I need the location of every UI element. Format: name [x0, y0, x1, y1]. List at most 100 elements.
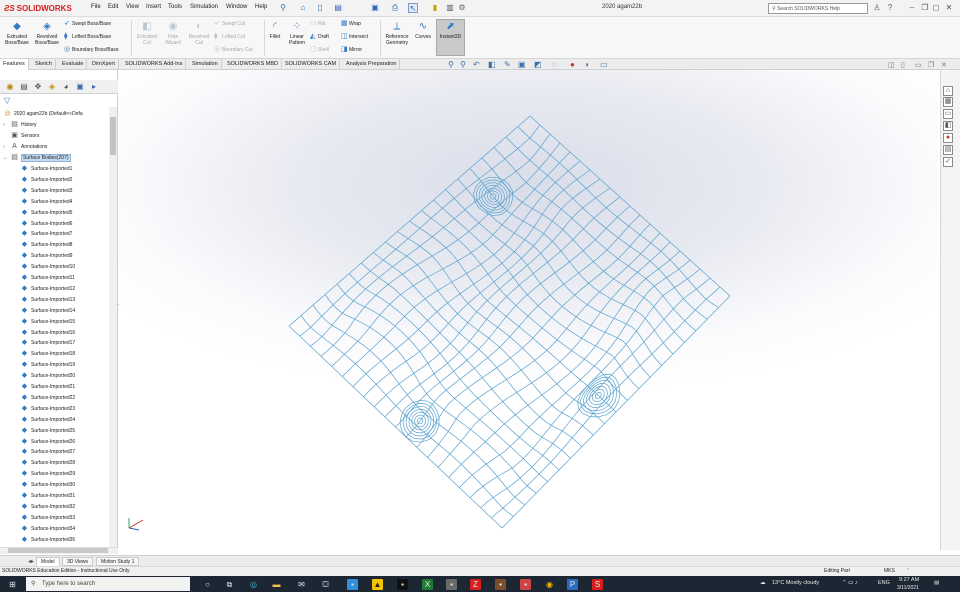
home-icon[interactable]: ⌂ [298, 3, 308, 13]
minimize-icon[interactable]: – [907, 3, 917, 13]
traffic-light-icon[interactable]: ▮ [430, 3, 440, 13]
viewport-restore-down-icon[interactable]: ❐ [928, 61, 934, 69]
tree-horizontal-scrollbar-thumb[interactable] [8, 548, 108, 553]
extruded-boss-button[interactable]: ◆ Extruded Boss/Base [3, 21, 31, 46]
app-icon[interactable]: ▪ [347, 579, 358, 590]
rebuild-icon[interactable]: ▥ [445, 3, 455, 13]
options-gear-icon[interactable]: ⚙ [457, 3, 467, 13]
tab-cam[interactable]: SOLIDWORKS CAM [282, 59, 341, 70]
surface-mesh-model[interactable] [119, 70, 938, 550]
boundary-boss-button[interactable]: ◎ Boundary Boss/Base [64, 46, 119, 54]
appearances-icon[interactable]: ● [943, 133, 953, 143]
unit-dropdown-icon[interactable]: ⌃ [906, 567, 910, 576]
menu-view[interactable]: View [126, 4, 139, 10]
tree-surface-item[interactable]: ◆ Surface-Imported13 [20, 294, 75, 305]
tab-simulation[interactable]: Simulation [189, 59, 222, 70]
section-view-icon[interactable]: ◧ [488, 61, 496, 69]
language-indicator[interactable]: ENG [878, 580, 890, 586]
tree-surface-item[interactable]: ◆ Surface-Imported33 [20, 512, 75, 523]
new-document-icon[interactable]: ▯ [315, 3, 325, 13]
boundary-cut-button[interactable]: ◎ Boundary Cut [214, 46, 253, 54]
display-manager-tab-icon[interactable]: ◕ [60, 82, 72, 92]
tab-motion-study[interactable]: Motion Study 1 [96, 557, 140, 566]
menu-file[interactable]: File [91, 4, 101, 10]
shell-button[interactable]: ▢Shell [310, 46, 329, 54]
tree-scrollbar[interactable] [109, 107, 117, 547]
extruded-cut-button[interactable]: ◧ Extruded Cut [134, 21, 160, 46]
tree-surface-item[interactable]: ◆ Surface-Imported10 [20, 261, 75, 272]
tab-features[interactable]: Features [0, 59, 29, 70]
tree-surface-item[interactable]: ◆ Surface-Imported4 [20, 196, 73, 207]
cortana-icon[interactable]: ○ [202, 579, 213, 590]
app-icon[interactable]: P [567, 579, 578, 590]
tree-surface-item[interactable]: ◆ Surface-Imported3 [20, 185, 73, 196]
help-search-input[interactable]: ⚲ Search SOLIDWORKS Help [768, 3, 868, 14]
tree-surface-item[interactable]: ◆ Surface-Imported28 [20, 457, 75, 468]
menu-tools[interactable]: Tools [168, 4, 182, 10]
tree-surface-item[interactable]: ◆ Surface-Imported1 [20, 163, 73, 174]
menu-insert[interactable]: Insert [146, 4, 161, 10]
swept-boss-button[interactable]: ➶ Swept Boss/Base [64, 20, 111, 28]
tab-3d-views[interactable]: 3D Views [62, 557, 94, 566]
tree-surface-item[interactable]: ◆ Surface-Imported15 [20, 316, 75, 327]
taskbar-search-input[interactable]: ⚲ Type here to search [26, 577, 190, 591]
app-icon[interactable]: ▪ [397, 579, 408, 590]
tab-addins[interactable]: SOLIDWORKS Add-Ins [122, 59, 187, 70]
close-icon[interactable]: ✕ [944, 3, 954, 13]
tree-history[interactable]: › ▤ History [3, 119, 37, 130]
zoom-to-fit-icon[interactable]: ⚲ [448, 61, 454, 69]
tree-surface-item[interactable]: ◆ Surface-Imported27 [20, 446, 75, 457]
app-icon[interactable]: ▪ [495, 579, 506, 590]
view-settings-icon[interactable]: ▭ [600, 61, 608, 69]
chrome-icon[interactable]: ◉ [544, 579, 555, 590]
menu-help[interactable]: Help [255, 4, 267, 10]
lofted-boss-button[interactable]: ⧫ Lofted Boss/Base [64, 33, 111, 41]
viewport-split-icon[interactable]: ◫ [888, 61, 895, 69]
zoom-area-icon[interactable]: ⚲ [460, 61, 466, 69]
hole-wizard-button[interactable]: ◉ Hole Wizard [160, 21, 186, 46]
intersect-button[interactable]: ◫Intersect [341, 33, 368, 41]
tree-surface-bodies[interactable]: ⌄ ▤ Surface Bodies(207) [3, 152, 71, 163]
design-library-icon[interactable]: ▦ [943, 97, 953, 107]
notifications-icon[interactable]: ▤ [934, 580, 939, 586]
edit-appearance-icon[interactable]: ● [570, 61, 575, 69]
clock-time[interactable]: 9:27 AM [899, 577, 919, 583]
viewport-restore-icon[interactable]: ▯ [901, 61, 905, 69]
tree-surface-item[interactable]: ◆ Surface-Imported25 [20, 425, 75, 436]
app-icon[interactable]: ▪ [520, 579, 531, 590]
tree-surface-item[interactable]: ◆ Surface-Imported29 [20, 468, 75, 479]
select-cursor-icon[interactable]: ↖ [408, 3, 418, 13]
clock-date[interactable]: 3/11/2021 [897, 585, 919, 591]
swept-cut-button[interactable]: ➶ Swept Cut [214, 20, 245, 28]
tree-annotations[interactable]: › A Annotations [3, 141, 47, 152]
maximize-icon[interactable]: ◻ [931, 3, 941, 13]
mirror-button[interactable]: ◨Mirror [341, 46, 362, 54]
tree-surface-item[interactable]: ◆ Surface-Imported8 [20, 239, 73, 250]
draft-button[interactable]: ◭ Draft [310, 33, 329, 41]
cam-tab-icon[interactable]: ▣ [74, 82, 86, 92]
unit-system[interactable]: MKS [884, 567, 895, 576]
previous-view-icon[interactable]: ↶ [473, 61, 480, 69]
restore-icon[interactable]: ❐ [920, 3, 930, 13]
tree-sensors[interactable]: ▣ Sensors [3, 130, 39, 141]
tree-surface-item[interactable]: ◆ Surface-Imported6 [20, 218, 73, 229]
tab-model[interactable]: Model [36, 557, 60, 566]
save-icon[interactable]: ▣ [370, 3, 380, 13]
tree-surface-item[interactable]: ◆ Surface-Imported34 [20, 523, 75, 534]
wrap-button[interactable]: ▦Wrap [341, 20, 361, 28]
tree-surface-item[interactable]: ◆ Surface-Imported14 [20, 305, 75, 316]
tree-surface-item[interactable]: ◆ Surface-Imported31 [20, 490, 75, 501]
configuration-manager-tab-icon[interactable]: ✥ [32, 82, 44, 92]
instant3d-button[interactable]: ⬈ Instant3D [436, 19, 465, 56]
user-icon[interactable]: ♙ [872, 3, 882, 13]
file-explorer-icon[interactable]: ▬ [271, 579, 282, 590]
tree-surface-item[interactable]: ◆ Surface-Imported18 [20, 348, 75, 359]
graphics-area[interactable] [119, 70, 938, 550]
reference-geometry-button[interactable]: ⟂ Reference Geometry [382, 21, 412, 46]
view-palette-icon[interactable]: ◧ [943, 121, 953, 131]
store-icon[interactable]: ⛋ [320, 579, 331, 590]
lofted-cut-button[interactable]: ⧫ Lofted Cut [214, 33, 245, 41]
tab-sketch[interactable]: Sketch [32, 59, 56, 70]
solidworks-logo[interactable]: ƧS SOLIDWORKS [4, 2, 76, 15]
tab-mbd[interactable]: SOLIDWORKS MBD [224, 59, 283, 70]
